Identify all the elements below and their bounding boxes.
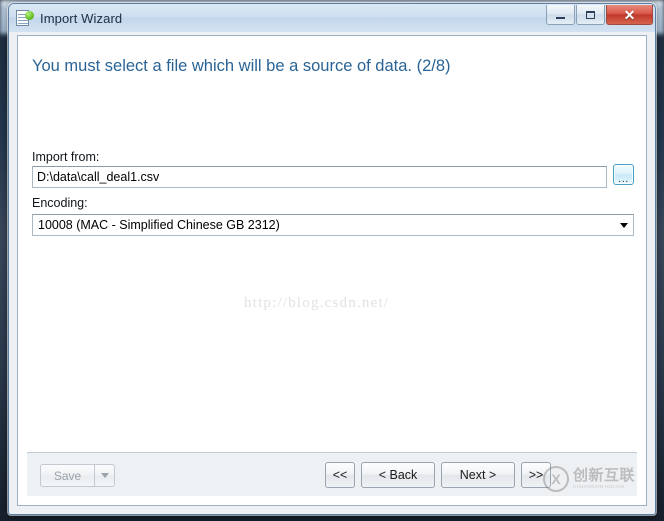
import-from-input[interactable] bbox=[32, 166, 607, 188]
window-controls: ✕ bbox=[545, 5, 653, 25]
chevron-down-icon bbox=[100, 473, 109, 478]
title-bar[interactable]: Import Wizard ✕ bbox=[9, 4, 655, 32]
save-split-button: Save bbox=[40, 464, 115, 487]
dialog-client-area: You must select a file which will be a s… bbox=[17, 35, 647, 506]
window-title: Import Wizard bbox=[40, 10, 123, 26]
dialog-footer: Save << < Back Next > >> X 创新互联 CHUANGXI… bbox=[27, 452, 637, 496]
back-button[interactable]: < Back bbox=[361, 462, 435, 488]
desktop-background: Import Wizard ✕ You must select a file w… bbox=[0, 0, 664, 521]
encoding-select[interactable]: 10008 (MAC - Simplified Chinese GB 2312) bbox=[32, 214, 634, 236]
encoding-row: 10008 (MAC - Simplified Chinese GB 2312) bbox=[32, 214, 634, 236]
first-page-button[interactable]: << bbox=[325, 462, 355, 488]
import-wizard-dialog: Import Wizard ✕ You must select a file w… bbox=[8, 3, 656, 515]
minimize-button[interactable] bbox=[546, 5, 575, 25]
save-dropdown-button[interactable] bbox=[94, 464, 115, 487]
brand-logo-icon: X bbox=[542, 466, 569, 492]
maximize-button[interactable] bbox=[576, 5, 605, 25]
page-title: You must select a file which will be a s… bbox=[32, 57, 451, 75]
import-from-row: ... bbox=[32, 164, 634, 188]
brand-name-en: CHUANGXIN HULIAN bbox=[572, 484, 625, 490]
save-button[interactable]: Save bbox=[40, 464, 94, 487]
chevron-down-icon[interactable] bbox=[615, 215, 633, 235]
ellipsis-icon: ... bbox=[618, 173, 629, 185]
brand-name-cn: 创新互联 bbox=[572, 467, 635, 485]
import-from-label: Import from: bbox=[32, 150, 100, 164]
browse-file-button[interactable]: ... bbox=[613, 164, 634, 185]
close-icon: ✕ bbox=[623, 6, 636, 23]
close-button[interactable]: ✕ bbox=[606, 5, 653, 25]
next-button[interactable]: Next > bbox=[441, 462, 515, 488]
navigation-buttons: << < Back Next > >> bbox=[325, 462, 551, 488]
page-watermark: http://blog.csdn.net/ bbox=[244, 295, 390, 311]
brand-watermark: X 创新互联 CHUANGXIN HULIAN bbox=[542, 466, 635, 492]
encoding-label: Encoding: bbox=[32, 196, 88, 210]
spreadsheet-icon bbox=[16, 9, 34, 27]
